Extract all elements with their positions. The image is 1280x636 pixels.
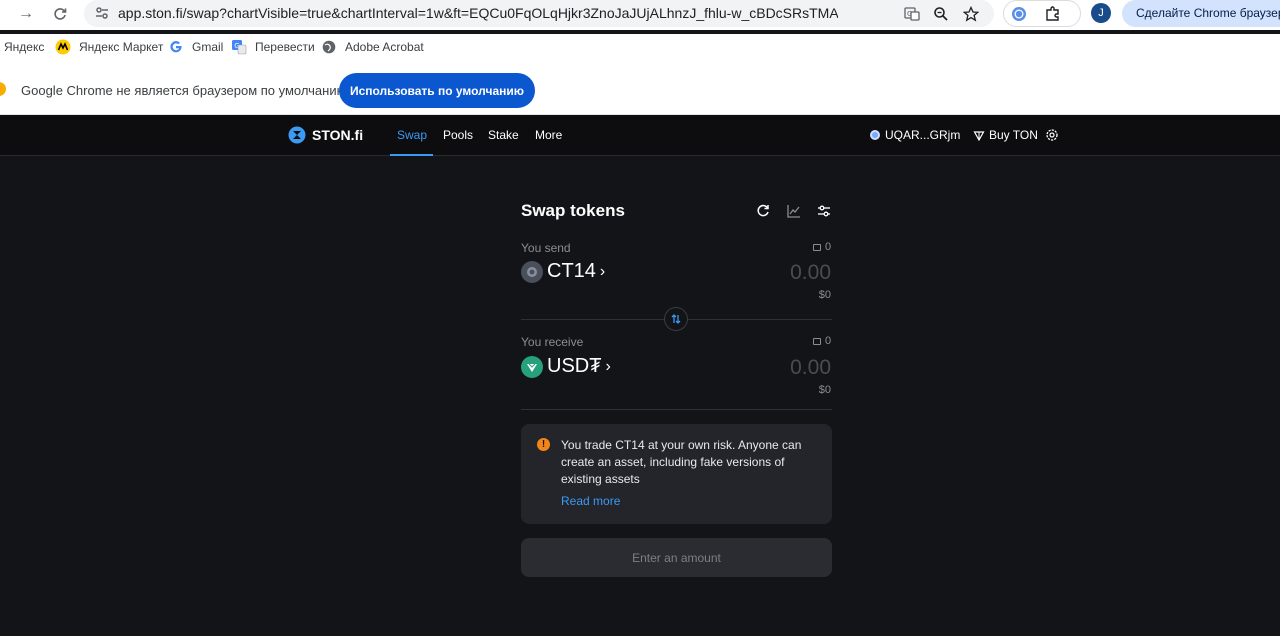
- ston-fi-logo[interactable]: STON.fi: [288, 126, 363, 144]
- ct14-token-icon: [521, 260, 543, 283]
- buy-ton-button[interactable]: Buy TON: [973, 128, 1038, 142]
- bookmark-yandex[interactable]: Яндекс: [4, 38, 44, 56]
- divider: [521, 409, 832, 410]
- ton-diamond-icon: [973, 131, 985, 141]
- bookmark-label: Яндекс Маркет: [79, 40, 164, 54]
- chart-icon[interactable]: [786, 203, 802, 219]
- swap-direction-button[interactable]: [664, 307, 688, 331]
- wallet-icon: [870, 130, 880, 140]
- nav-pools[interactable]: Pools: [443, 128, 473, 142]
- extension-circle-icon[interactable]: [1010, 5, 1028, 23]
- send-token-name: CT14: [547, 260, 596, 282]
- site-settings-icon[interactable]: [94, 5, 110, 21]
- receive-token-name: USD₮: [547, 355, 602, 377]
- forward-icon[interactable]: →: [14, 3, 38, 25]
- nav-more[interactable]: More: [535, 128, 562, 142]
- receive-token-selector[interactable]: USD₮ ›: [521, 355, 611, 378]
- receive-usd-value: $0: [818, 384, 831, 396]
- receive-balance-value: 0: [825, 335, 832, 347]
- zoom-icon[interactable]: [931, 4, 951, 24]
- chevron-right-icon: ›: [605, 357, 611, 375]
- reload-icon[interactable]: [48, 3, 72, 25]
- wallet-address: UQAR...GRjm: [885, 128, 961, 142]
- ston-fi-app: STON.fi Swap Pools Stake More UQAR...GRj…: [0, 115, 1280, 636]
- google-icon: [168, 39, 184, 55]
- ston-logo-icon: [288, 126, 306, 144]
- logo-text: STON.fi: [312, 127, 364, 143]
- bookmark-gmail[interactable]: Gmail: [168, 38, 223, 56]
- set-default-button[interactable]: Использовать по умолчанию: [339, 73, 535, 108]
- bookmark-label: Яндекс: [4, 40, 45, 54]
- send-amount-input[interactable]: 0.00: [790, 261, 831, 285]
- receive-label: You receive: [521, 335, 584, 349]
- risk-warning: ! You trade CT14 at your own risk. Anyon…: [521, 424, 832, 524]
- nav-active-indicator: [390, 154, 433, 156]
- bookmark-label: Перевести: [255, 40, 315, 54]
- refresh-icon[interactable]: [755, 203, 771, 219]
- read-more-link[interactable]: Read more: [561, 494, 620, 508]
- chrome-logo-icon: [0, 82, 6, 96]
- buy-ton-label: Buy TON: [989, 128, 1038, 142]
- receive-amount-input[interactable]: 0.00: [790, 356, 831, 380]
- bookmark-star-icon[interactable]: [961, 4, 981, 24]
- warning-text: You trade CT14 at your own risk. Anyone …: [561, 438, 802, 486]
- enter-amount-button[interactable]: Enter an amount: [521, 538, 832, 577]
- warning-icon: !: [537, 438, 550, 451]
- send-token-selector[interactable]: CT14 ›: [521, 260, 605, 283]
- extensions-puzzle-icon[interactable]: [1044, 5, 1062, 23]
- translate-icon: G: [231, 39, 247, 55]
- globe-icon: [321, 39, 337, 55]
- nav-swap[interactable]: Swap: [397, 128, 427, 142]
- send-label: You send: [521, 241, 571, 255]
- translate-icon[interactable]: G: [902, 4, 922, 24]
- bookmark-label: Gmail: [192, 40, 224, 54]
- browser-toolbar: → app.ston.fi/swap?chartVisible=true&cha…: [0, 0, 1280, 30]
- bookmarks-bar: Яндекс Яндекс Маркет Gmail G Перевести A…: [0, 34, 1280, 60]
- yandex-market-icon: [55, 39, 71, 55]
- chevron-right-icon: ›: [599, 262, 606, 280]
- app-header: STON.fi Swap Pools Stake More UQAR...GRj…: [0, 115, 1280, 156]
- wallet-balance-icon: [813, 243, 821, 251]
- profile-avatar[interactable]: J: [1091, 3, 1111, 23]
- bookmark-label: Adobe Acrobat: [345, 40, 424, 54]
- bookmark-yandex-market[interactable]: Яндекс Маркет: [55, 38, 163, 56]
- send-usd-value: $0: [818, 289, 831, 301]
- settings-sliders-icon[interactable]: [816, 203, 832, 219]
- wallet-balance-icon: [813, 337, 821, 345]
- url-text[interactable]: app.ston.fi/swap?chartVisible=true&chart…: [118, 5, 838, 22]
- wallet-address-button[interactable]: UQAR...GRjm: [870, 128, 960, 142]
- swap-arrows-icon: [671, 314, 681, 324]
- receive-balance: 0: [813, 335, 831, 347]
- extensions-area: [1003, 0, 1081, 27]
- bookmark-adobe-acrobat[interactable]: Adobe Acrobat: [321, 38, 424, 56]
- make-default-button[interactable]: Сделайте Chrome браузером: [1122, 0, 1280, 27]
- address-bar[interactable]: app.ston.fi/swap?chartVisible=true&chart…: [84, 0, 994, 27]
- default-browser-infobar: Google Chrome не является браузером по у…: [0, 60, 1280, 115]
- settings-gear-icon[interactable]: [1045, 128, 1059, 142]
- bookmark-translate[interactable]: G Перевести: [231, 38, 315, 56]
- send-balance: 0: [813, 241, 831, 253]
- send-balance-value: 0: [825, 241, 832, 253]
- infobar-message: Google Chrome не является браузером по у…: [21, 83, 350, 98]
- usdt-token-icon: [521, 355, 543, 378]
- nav-stake[interactable]: Stake: [488, 128, 519, 142]
- swap-title: Swap tokens: [521, 201, 625, 220]
